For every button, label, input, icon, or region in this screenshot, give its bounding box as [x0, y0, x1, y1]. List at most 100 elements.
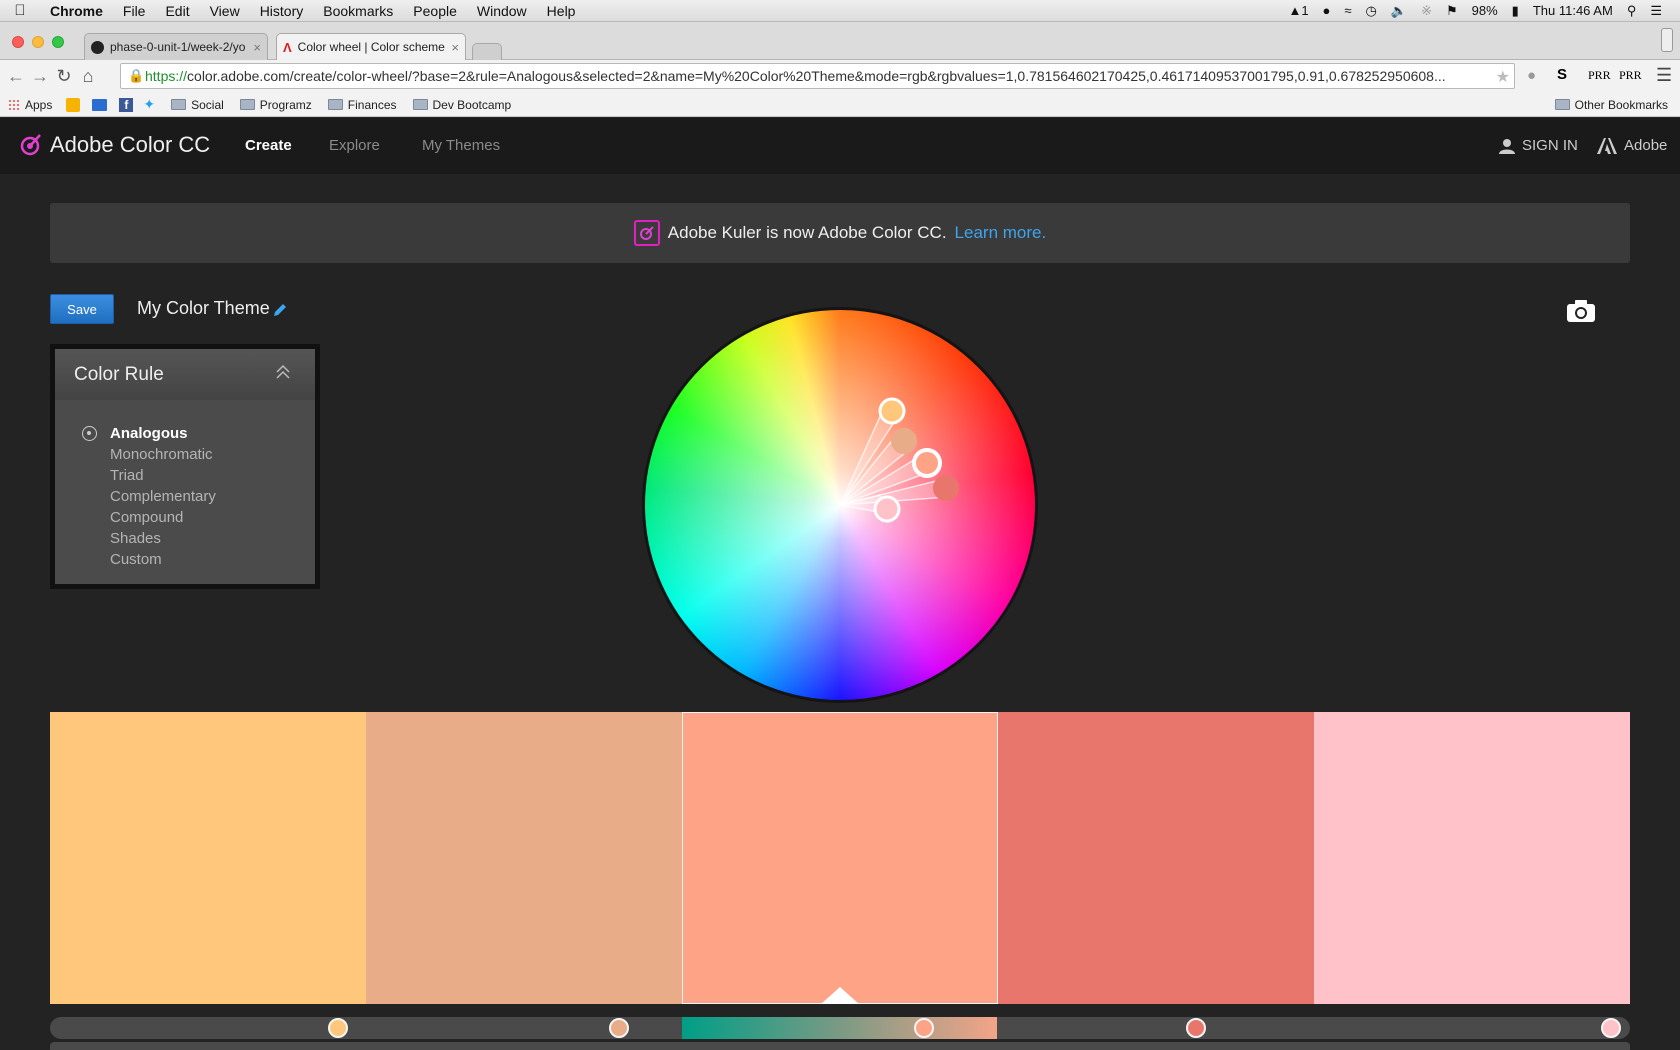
- wheel-handle-1[interactable]: [878, 397, 906, 425]
- forward-icon[interactable]: →: [28, 66, 52, 87]
- tab-github[interactable]: phase-0-unit-1/week-2/yo ×: [84, 33, 268, 60]
- flag-icon[interactable]: ⚑: [1446, 3, 1458, 19]
- new-tab-button[interactable]: [472, 43, 502, 60]
- swatch-5[interactable]: [1314, 712, 1630, 1004]
- menu-people[interactable]: People: [403, 3, 467, 19]
- nav-my-themes[interactable]: My Themes: [422, 137, 500, 154]
- rule-option-label: Shades: [110, 530, 161, 547]
- camera-icon[interactable]: [1566, 299, 1596, 323]
- bookmark-twitter-icon[interactable]: ✦: [143, 96, 155, 113]
- back-icon[interactable]: ←: [4, 66, 28, 87]
- extension-prr-b[interactable]: PRR: [1619, 68, 1642, 83]
- bookmark-facebook-icon[interactable]: f: [119, 97, 134, 112]
- adobe-status-icon[interactable]: ▲1: [1288, 3, 1308, 18]
- adobe-favicon-icon: Λ: [283, 39, 292, 55]
- bookmark-keep-icon[interactable]: [66, 97, 81, 112]
- nav-explore[interactable]: Explore: [329, 137, 380, 154]
- rule-option-analogous[interactable]: Analogous: [55, 423, 315, 444]
- bookmark-folder-programz[interactable]: Programz: [232, 98, 320, 112]
- zoom-window-icon[interactable]: [52, 36, 64, 48]
- color-slider-track[interactable]: [50, 1017, 1630, 1039]
- menu-help[interactable]: Help: [537, 3, 586, 19]
- learn-more-link[interactable]: Learn more.: [955, 223, 1047, 243]
- volume-icon[interactable]: 🔈: [1391, 3, 1407, 19]
- color-wheel[interactable]: [642, 307, 1038, 703]
- rule-option-monochromatic[interactable]: Monochromatic: [55, 444, 315, 465]
- menubar-status-area: ▲1 ● ≈ ◷ 🔈 ※ ⚑ 98% ▮ Thu 11:46 AM ⚲ ☰: [1288, 3, 1680, 19]
- slider-knob-3[interactable]: [913, 1018, 934, 1038]
- bookmark-mail-icon[interactable]: [92, 98, 108, 111]
- rule-option-shades[interactable]: Shades: [55, 528, 315, 549]
- profile-corner-icon[interactable]: [1661, 28, 1673, 52]
- minimize-window-icon[interactable]: [32, 36, 44, 48]
- adobe-color-logo-icon[interactable]: [18, 132, 44, 158]
- menu-file[interactable]: File: [113, 3, 156, 19]
- wheel-handle-4[interactable]: [933, 475, 959, 501]
- clock[interactable]: Thu 11:46 AM: [1533, 3, 1613, 18]
- color-rule-header[interactable]: Color Rule: [55, 349, 315, 400]
- chrome-menu-icon[interactable]: ☰: [1656, 65, 1672, 86]
- slider-knob-1[interactable]: [327, 1018, 348, 1038]
- reload-icon[interactable]: ↻: [52, 66, 76, 87]
- bluetooth-icon[interactable]: ※: [1421, 3, 1432, 19]
- time-machine-icon[interactable]: ◷: [1366, 3, 1377, 19]
- theme-name[interactable]: My Color Theme: [137, 298, 270, 319]
- adobe-link[interactable]: Adobe: [1597, 137, 1667, 154]
- banner-text: Adobe Kuler is now Adobe Color CC.: [667, 223, 947, 242]
- menu-window[interactable]: Window: [467, 3, 537, 19]
- apple-menu-icon[interactable]: : [0, 2, 40, 19]
- evernote-icon[interactable]: ●: [1323, 3, 1331, 18]
- bookmark-folder-finances[interactable]: Finances: [320, 98, 405, 112]
- notification-center-icon[interactable]: ☰: [1650, 3, 1662, 19]
- secondary-slider-track[interactable]: [50, 1042, 1630, 1050]
- rule-option-complementary[interactable]: Complementary: [55, 486, 315, 507]
- spotlight-icon[interactable]: ⚲: [1627, 3, 1637, 19]
- save-button[interactable]: Save: [50, 294, 114, 324]
- bookmark-star-icon[interactable]: ★: [1496, 67, 1510, 87]
- tab-color-wheel[interactable]: Λ Color wheel | Color scheme ×: [276, 33, 466, 60]
- swatch-2[interactable]: [366, 712, 682, 1004]
- tab-close-icon[interactable]: ×: [253, 40, 261, 55]
- menu-edit[interactable]: Edit: [155, 3, 199, 19]
- menu-app[interactable]: Chrome: [40, 3, 113, 19]
- battery-icon[interactable]: ▮: [1512, 3, 1519, 19]
- site-brand[interactable]: Adobe Color CC: [50, 132, 210, 158]
- pencil-icon[interactable]: [272, 302, 288, 318]
- nav-create[interactable]: Create: [245, 137, 292, 154]
- status-count: 1: [1301, 3, 1309, 18]
- color-rule-options: Analogous Monochromatic Triad Complement…: [55, 400, 315, 584]
- rule-option-custom[interactable]: Custom: [55, 549, 315, 570]
- slider-knob-2[interactable]: [608, 1018, 629, 1038]
- home-icon[interactable]: ⌂: [76, 66, 100, 87]
- url-scheme: https://: [145, 68, 188, 84]
- menu-history[interactable]: History: [250, 3, 314, 19]
- wheel-handle-2[interactable]: [891, 428, 917, 454]
- wheel-handle-5[interactable]: [873, 495, 901, 523]
- slider-knob-4[interactable]: [1185, 1018, 1206, 1038]
- wifi-icon[interactable]: ≈: [1344, 3, 1351, 18]
- menu-bookmarks[interactable]: Bookmarks: [313, 3, 403, 19]
- bookmark-apps[interactable]: Apps: [0, 98, 60, 112]
- bookmark-folder-dev-bootcamp[interactable]: Dev Bootcamp: [405, 98, 520, 112]
- wheel-handle-3[interactable]: [912, 448, 942, 478]
- swatch-4[interactable]: [998, 712, 1314, 1004]
- slider-knob-5[interactable]: [1601, 1018, 1622, 1038]
- extension-ghost-icon[interactable]: ●: [1527, 67, 1536, 84]
- extension-s-icon[interactable]: S: [1557, 66, 1567, 83]
- rule-option-triad[interactable]: Triad: [55, 465, 315, 486]
- address-bar[interactable]: 🔒 https://color.adobe.com/create/color-w…: [120, 63, 1515, 89]
- sign-in-link[interactable]: SIGN IN: [1499, 137, 1578, 154]
- tab-close-icon[interactable]: ×: [451, 40, 459, 55]
- collapse-chevron-up-icon[interactable]: [275, 363, 291, 381]
- bookmark-folder-other[interactable]: Other Bookmarks: [1547, 98, 1680, 112]
- bookmark-folder-social[interactable]: Social: [163, 98, 232, 112]
- close-window-icon[interactable]: [12, 36, 24, 48]
- chrome-tab-strip: phase-0-unit-1/week-2/yo × Λ Color wheel…: [0, 22, 1680, 60]
- menu-view[interactable]: View: [200, 3, 250, 19]
- swatch-1[interactable]: [50, 712, 366, 1004]
- swatch-3[interactable]: [682, 712, 998, 1004]
- selected-swatch-slider[interactable]: [682, 1017, 997, 1039]
- extension-prr-a[interactable]: PRR: [1588, 68, 1611, 83]
- rule-option-compound[interactable]: Compound: [55, 507, 315, 528]
- battery-percent[interactable]: 98%: [1472, 3, 1498, 18]
